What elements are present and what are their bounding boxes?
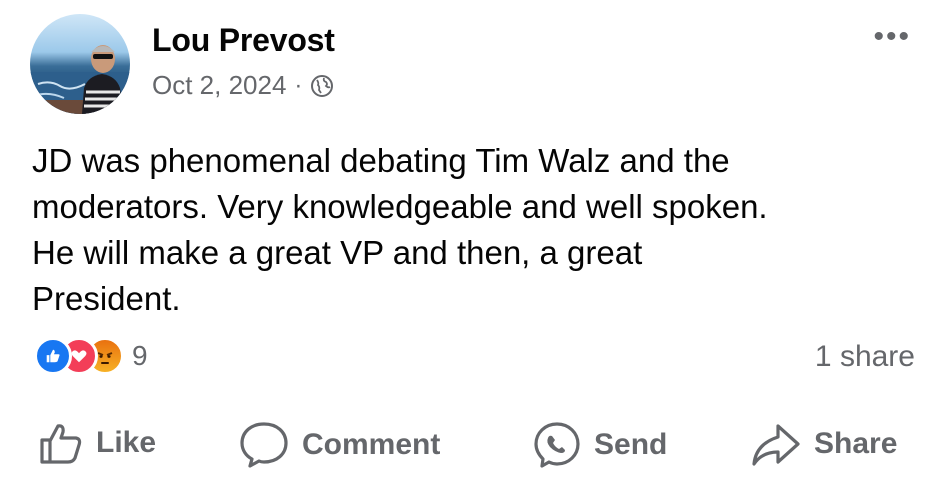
globe-icon[interactable]: [310, 74, 334, 98]
reaction-summary[interactable]: 9: [34, 337, 148, 375]
like-button[interactable]: Like: [38, 420, 156, 466]
send-label: Send: [594, 428, 668, 461]
comment-icon: [240, 422, 288, 468]
meta-separator: ·: [294, 71, 303, 99]
reaction-count[interactable]: 9: [132, 340, 148, 372]
more-options-button[interactable]: •••: [873, 22, 911, 52]
comment-label: Comment: [302, 428, 441, 461]
post-date[interactable]: Oct 2, 2024: [152, 70, 286, 101]
action-bar: Like Comment Send Share: [0, 420, 945, 476]
comment-button[interactable]: Comment: [238, 420, 440, 470]
share-label: Share: [814, 427, 898, 460]
share-count[interactable]: 1 share: [815, 340, 915, 374]
post-text-line: President.: [32, 280, 181, 317]
like-label: Like: [96, 426, 157, 459]
author-avatar[interactable]: [30, 14, 130, 114]
post-text-line: moderators. Very knowledgeable and well …: [32, 188, 768, 225]
post-text-line: He will make a great VP and then, a grea…: [32, 234, 643, 271]
post-meta: Oct 2, 2024 ·: [152, 70, 334, 101]
like-icon: [34, 337, 72, 375]
post-text-line: JD was phenomenal debating Tim Walz and …: [32, 142, 730, 179]
post-text: JD was phenomenal debating Tim Walz and …: [32, 138, 922, 322]
share-arrow-icon: [752, 424, 800, 466]
avatar-photo: [30, 45, 130, 114]
author-name[interactable]: Lou Prevost: [152, 22, 335, 59]
send-button[interactable]: Send: [532, 420, 667, 470]
share-button[interactable]: Share: [750, 420, 897, 468]
thumbs-up-icon: [40, 424, 82, 464]
messenger-icon: [534, 422, 580, 468]
